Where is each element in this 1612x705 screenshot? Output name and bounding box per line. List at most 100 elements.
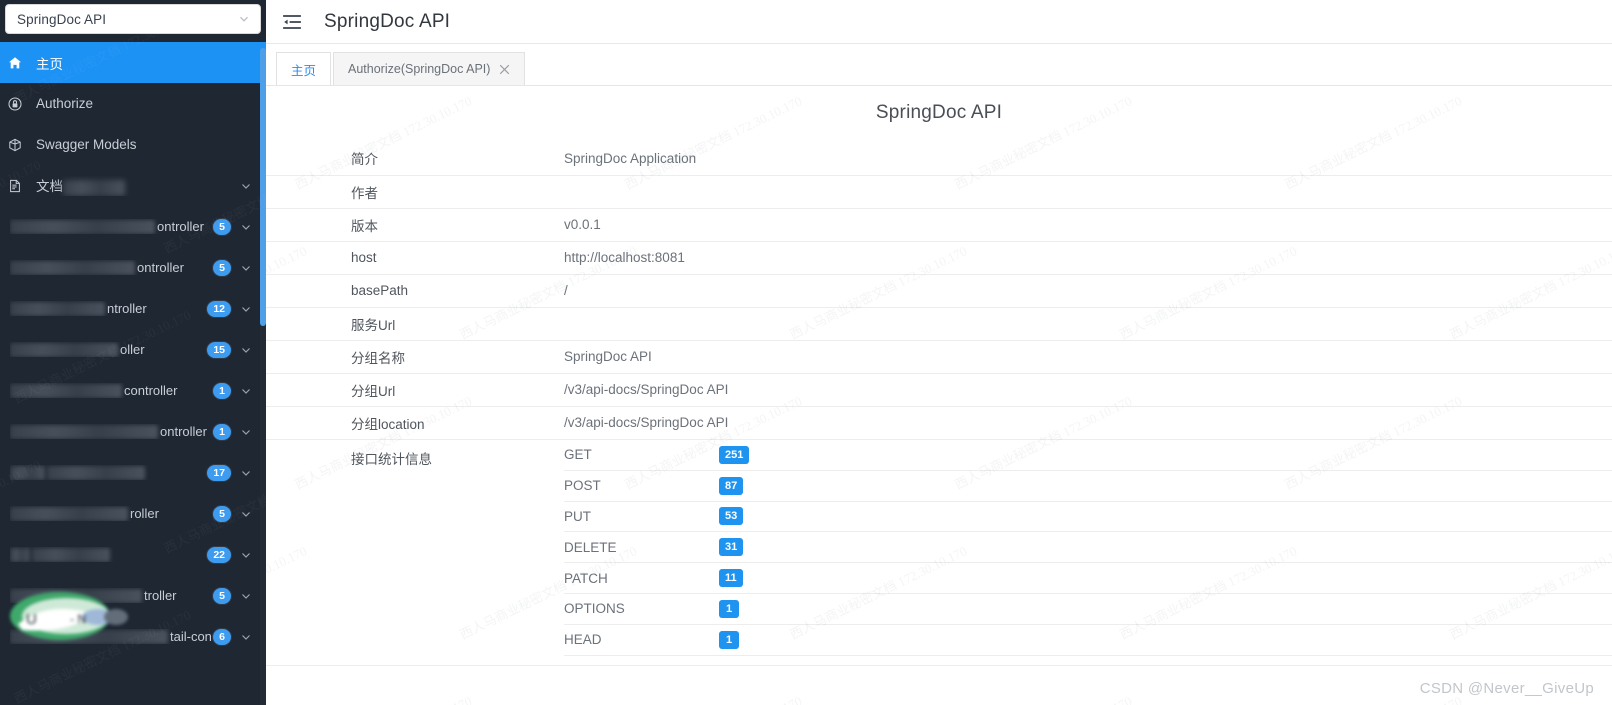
list-item[interactable]: 17 [0, 452, 266, 493]
avatar: U - N [10, 592, 128, 640]
status-badge: 1 [212, 422, 232, 441]
svg-text:U: U [26, 611, 37, 628]
svg-text:- N: - N [70, 612, 86, 626]
count-badge: 251 [719, 445, 750, 464]
close-icon[interactable] [499, 64, 510, 75]
row-key: 简介 [266, 142, 564, 176]
controller-label-text: tail-contr [170, 628, 212, 644]
api-info-table: 简介 SpringDoc Application 作者 版本 v0.0.1 ho… [266, 142, 1612, 656]
sidebar-item-home[interactable]: 主页 [0, 42, 266, 83]
app-header: SpringDoc API [266, 0, 1612, 44]
chevron-down-icon[interactable] [240, 426, 252, 438]
controller-label-text: troller [144, 587, 177, 603]
document-icon [8, 178, 28, 194]
controller-label [10, 465, 206, 481]
chevron-down-icon[interactable] [240, 385, 252, 397]
chevron-down-icon[interactable] [240, 508, 252, 520]
tab-authorize-label: Authorize(SpringDoc API) [348, 62, 491, 76]
method-name: DELETE [564, 531, 719, 564]
list-item[interactable]: ontroller 5 [0, 247, 266, 288]
method-count-cell: 11 [719, 562, 1612, 594]
method-name: GET [564, 439, 719, 471]
doc-title: SpringDoc API [875, 102, 1003, 123]
table-row: PATCH 11 [564, 562, 1612, 594]
method-name: HEAD [564, 624, 719, 656]
status-badge: 17 [206, 463, 232, 482]
row-key: host [266, 241, 564, 275]
method-count-cell: 1 [719, 624, 1612, 656]
controller-label: ontroller [10, 424, 212, 440]
table-row: 服务Url [266, 307, 1612, 341]
controller-label: ontroller [10, 260, 212, 276]
count-badge: 87 [719, 476, 744, 495]
list-item[interactable]: oller 15 [0, 329, 266, 370]
method-count-cell: 53 [719, 501, 1612, 533]
cube-icon [8, 137, 28, 153]
controller-label-text: ontroller [157, 218, 204, 234]
sidebar-item-documents[interactable]: 文档 [0, 165, 266, 206]
controller-label: roller [10, 506, 212, 522]
chevron-down-icon[interactable] [240, 221, 252, 233]
chevron-down-icon[interactable] [240, 344, 252, 356]
chevron-down-icon[interactable] [240, 549, 252, 561]
table-row: host http://localhost:8081 [266, 241, 1612, 275]
content-area: SpringDoc API 简介 SpringDoc Application 作… [266, 86, 1612, 705]
table-row: 简介 SpringDoc Application [266, 142, 1612, 176]
row-value: SpringDoc Application [564, 142, 1612, 176]
row-key: 分组location [266, 406, 564, 440]
controller-label: oller [10, 342, 206, 358]
table-row: GET 251 [564, 439, 1612, 471]
controller-label-text: controller [124, 382, 178, 398]
list-item[interactable]: ntroller 12 [0, 288, 266, 329]
controller-label [10, 547, 206, 563]
list-item[interactable]: roller 5 [0, 493, 266, 534]
table-row: HEAD 1 [564, 624, 1612, 656]
method-count-cell: 31 [719, 531, 1612, 564]
list-item[interactable]: 22 [0, 534, 266, 575]
chevron-down-icon [238, 13, 250, 25]
controller-label-text: ontroller [137, 259, 184, 275]
count-badge: 1 [719, 630, 739, 649]
chevron-down-icon[interactable] [240, 590, 252, 602]
sidebar-item-documents-label: 文档 [36, 175, 240, 196]
row-value: /v3/api-docs/SpringDoc API [564, 406, 1612, 440]
count-badge: 1 [719, 599, 739, 618]
api-group-select[interactable]: SpringDoc API [5, 4, 261, 34]
chevron-down-icon[interactable] [240, 262, 252, 274]
method-name: OPTIONS [564, 593, 719, 625]
table-row: 版本 v0.0.1 [266, 208, 1612, 242]
table-row: PUT 53 [564, 501, 1612, 533]
controller-label-text: roller [130, 505, 159, 521]
method-name: PATCH [564, 562, 719, 594]
sidebar-item-home-label: 主页 [36, 56, 63, 72]
sidebar-item-swagger-models[interactable]: Swagger Models [0, 124, 266, 165]
count-badge: 53 [719, 507, 744, 526]
sidebar-item-authorize[interactable]: Authorize [0, 83, 266, 124]
watermark-text: 西人马商业秘密文档 172.30.10.170 [951, 691, 1135, 705]
chevron-down-icon[interactable] [240, 467, 252, 479]
attribution-text: CSDN @Never__GiveUp [1419, 680, 1594, 697]
sidebar-item-documents-text: 文档 [36, 179, 63, 195]
controller-label-text: ontroller [160, 423, 207, 439]
controller-label-text: oller [120, 341, 145, 357]
count-badge: 31 [719, 538, 744, 557]
chevron-down-icon[interactable] [240, 180, 252, 192]
status-badge: 5 [212, 586, 232, 605]
tab-home[interactable]: 主页 [276, 52, 332, 85]
list-item[interactable]: controller 1 [0, 370, 266, 411]
watermark-text: 西人马商业秘密文档 172.30.10.170 [621, 691, 805, 705]
status-badge: 5 [212, 217, 232, 236]
chevron-down-icon[interactable] [240, 303, 252, 315]
controller-label: ontroller [10, 219, 212, 235]
list-item[interactable]: ontroller 1 [0, 411, 266, 452]
chevron-down-icon[interactable] [240, 631, 252, 643]
tab-authorize[interactable]: Authorize(SpringDoc API) [333, 52, 526, 85]
table-row: 分组Url /v3/api-docs/SpringDoc API [266, 373, 1612, 407]
app-root: SpringDoc API 主页 Authorize Swagger Model… [0, 0, 1612, 705]
menu-fold-icon[interactable] [282, 12, 302, 32]
row-value: v0.0.1 [564, 208, 1612, 242]
stats-cell: GET 251 POST 87 PUT 53 DELETE 31 PATCH 1… [564, 439, 1612, 656]
row-value: SpringDoc API [564, 340, 1612, 374]
sidebar-menu: 主页 Authorize Swagger Models 文档 ontroller… [0, 42, 266, 657]
list-item[interactable]: ontroller 5 [0, 206, 266, 247]
